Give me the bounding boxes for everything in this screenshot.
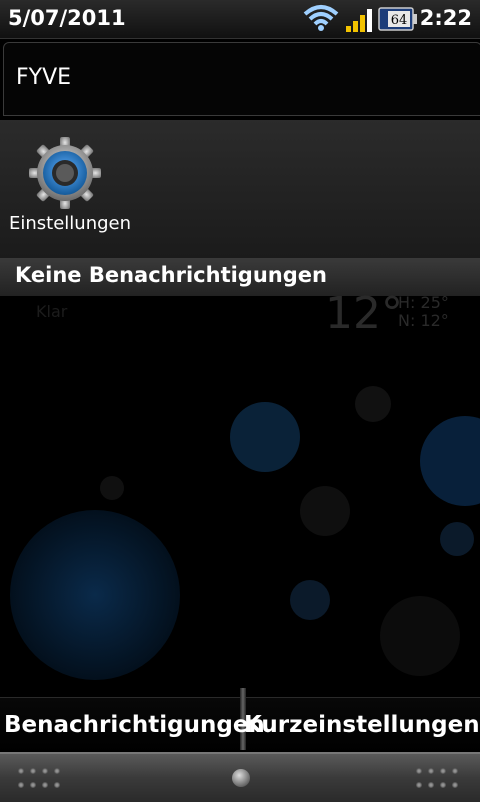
settings-shortcut[interactable]: Einstellungen: [6, 130, 132, 256]
weather-city: Klar: [36, 302, 68, 321]
bottom-tab-bar: Benachrichtigungen Kurzeinstellungen: [0, 688, 480, 753]
bokeh-circle: [230, 402, 300, 472]
signal-strength-icon: [346, 9, 372, 32]
weather-high: H: 25°: [398, 293, 449, 312]
wallpaper-background: [0, 296, 480, 696]
notifications-header: Keine Benachrichtigungen: [0, 258, 480, 296]
carrier-name: FYVE: [16, 65, 72, 90]
no-notifications-label: Keine Benachrichtigungen: [15, 263, 327, 287]
settings-shortcut-label: Einstellungen: [9, 213, 132, 234]
bokeh-circle: [290, 580, 330, 620]
drag-handle[interactable]: [0, 752, 480, 802]
grip-dots-left-icon: [18, 768, 66, 790]
ongoing-panel: Einstellungen: [0, 120, 480, 258]
status-bar: 5/07/2011 64 2:22: [0, 0, 480, 39]
grip-dots-right-icon: [416, 768, 464, 790]
battery-level: 64: [391, 13, 408, 28]
weather-low: N: 12°: [398, 311, 449, 330]
bokeh-circle: [380, 596, 460, 676]
tab-quick-settings[interactable]: Kurzeinstellungen: [244, 712, 480, 738]
bokeh-circle: [100, 476, 124, 500]
weather-high-low: H: 25° N: 12°: [398, 294, 449, 330]
gear-icon: [29, 137, 101, 209]
bokeh-circle: [420, 416, 480, 506]
tab-notifications[interactable]: Benachrichtigungen: [4, 712, 265, 738]
bokeh-circle: [10, 510, 180, 680]
bokeh-circle: [300, 486, 350, 536]
carrier-bar: FYVE: [3, 42, 480, 116]
wifi-icon: [303, 5, 339, 31]
battery-icon: 64: [378, 7, 417, 31]
status-time: 2:22: [419, 6, 472, 30]
bokeh-circle: [355, 386, 391, 422]
status-date: 5/07/2011: [8, 6, 126, 30]
handle-knob-icon: [232, 769, 250, 787]
weather-temperature: 12°: [325, 288, 403, 339]
bokeh-circle: [440, 522, 474, 556]
